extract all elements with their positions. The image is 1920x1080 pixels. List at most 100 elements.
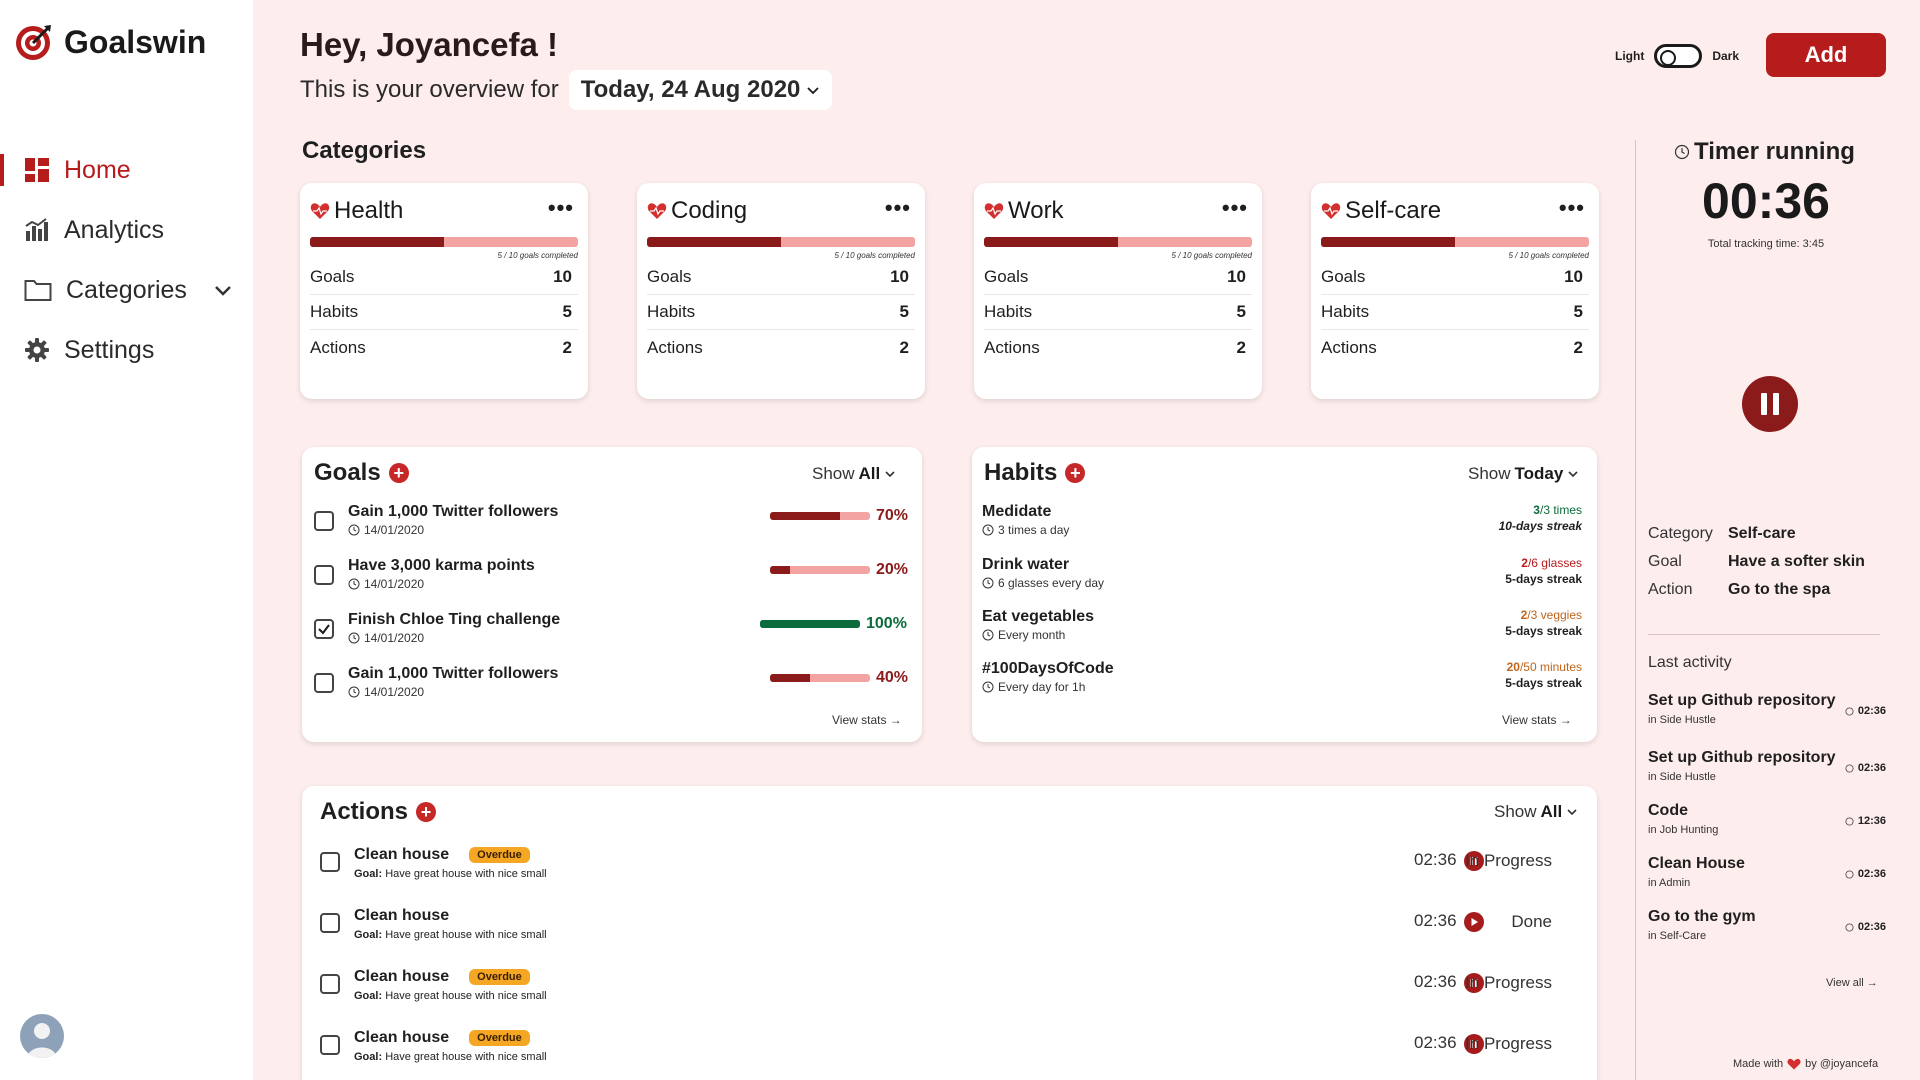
activity-item[interactable]: Go to the gym in Self-Care 02:36	[1648, 908, 1888, 952]
timer-detail-action: Action Go to the spa	[1648, 576, 1865, 604]
clock-icon	[348, 524, 360, 536]
action-checkbox[interactable]	[320, 913, 340, 933]
habit-row[interactable]: #100DaysOfCode Every day for 1h 20/50 mi…	[982, 660, 1582, 710]
category-name: Health	[334, 197, 404, 224]
action-checkbox[interactable]	[320, 1035, 340, 1055]
action-time: 02:36	[1414, 1033, 1457, 1052]
add-action-icon[interactable]: +	[416, 802, 437, 822]
goal-percent: 40%	[876, 669, 909, 686]
category-card-coding[interactable]: Coding ••• 5 / 10 goals completed Goals 1…	[637, 183, 925, 399]
app-logo[interactable]: Goalswin	[14, 22, 206, 62]
goal-date-text: 14/01/2020	[364, 685, 425, 699]
habit-count: 20/50 minutes	[1507, 660, 1582, 674]
habit-count: 3/3 times	[1533, 503, 1582, 517]
habit-count: 2/3 veggies	[1521, 608, 1582, 622]
goal-checkbox[interactable]	[314, 565, 334, 585]
habits-panel: Habits + Show Today Medidate 3 times a d…	[972, 447, 1597, 742]
goal-checkbox[interactable]	[314, 673, 334, 693]
avatar[interactable]	[20, 1014, 64, 1058]
action-checkbox[interactable]	[320, 852, 340, 872]
goal-checkbox-checked[interactable]	[314, 619, 334, 639]
goal-progress-fill	[770, 512, 840, 520]
habit-row[interactable]: Medidate 3 times a day 3/3 times 10-days…	[982, 503, 1582, 553]
action-checkbox[interactable]	[320, 974, 340, 994]
overdue-badge: Overdue	[469, 847, 530, 863]
add-button[interactable]: Add	[1766, 33, 1886, 77]
stat-value: 2	[899, 337, 909, 357]
category-stat-actions: Actions 2	[310, 330, 578, 365]
category-stat-habits: Habits 5	[647, 295, 915, 330]
add-habit-icon[interactable]: +	[1065, 463, 1086, 483]
sidebar-item-settings[interactable]: Settings	[0, 320, 253, 380]
clock-icon	[348, 632, 360, 644]
sidebar-item-label: Categories	[66, 275, 187, 304]
goals-title-text: Goals	[314, 459, 381, 486]
category-card-health[interactable]: Health ••• 5 / 10 goals completed Goals 1…	[300, 183, 588, 399]
category-progress-bar	[310, 237, 578, 247]
clock-icon	[1845, 763, 1854, 773]
sidebar-item-analytics[interactable]: Analytics	[0, 200, 253, 260]
add-goal-icon[interactable]: +	[388, 463, 409, 483]
categories-title: Categories	[302, 137, 427, 164]
goal-progress-fill	[770, 566, 790, 574]
category-card-self-care[interactable]: Self-care ••• 5 / 10 goals completed Goa…	[1311, 183, 1599, 399]
habit-count-total: /3 veggies	[1527, 608, 1582, 622]
activity-item[interactable]: Set up Github repository in Side Hustle …	[1648, 692, 1888, 736]
detail-label: Action	[1648, 581, 1693, 598]
theme-toggle[interactable]	[1654, 44, 1703, 68]
stat-value: 2	[1573, 337, 1583, 357]
timer-pause-button[interactable]	[1742, 376, 1798, 432]
goal-date-text: 14/01/2020	[364, 577, 425, 591]
habits-filter[interactable]: Show Today	[1468, 464, 1579, 484]
habit-row[interactable]: Drink water 6 glasses every day 2/6 glas…	[982, 556, 1582, 606]
overdue-badge: Overdue	[469, 1030, 530, 1046]
goals-view-stats-link[interactable]: View stats →	[832, 713, 902, 727]
category-stat-goals: Goals 10	[647, 260, 915, 295]
stat-label: Actions	[1321, 337, 1377, 357]
more-options-icon[interactable]: •••	[1222, 195, 1248, 221]
sidebar-item-home[interactable]: Home	[0, 140, 253, 200]
action-goal-text: Have great house with nice small	[385, 1051, 547, 1063]
more-options-icon[interactable]: •••	[885, 195, 911, 221]
clock-icon	[982, 524, 994, 536]
stat-label: Actions	[310, 337, 366, 357]
timer-total: Total tracking time: 3:45	[1707, 238, 1825, 250]
goal-progress-bar	[760, 620, 860, 628]
goal-date: 14/01/2020	[348, 631, 424, 645]
sidebar-item-categories[interactable]: Categories	[0, 260, 253, 320]
goal-date-text: 14/01/2020	[364, 631, 425, 645]
goal-checkbox[interactable]	[314, 511, 334, 531]
more-options-icon[interactable]: •••	[548, 195, 574, 221]
category-progress-fill	[984, 237, 1118, 247]
stat-label: Habits	[984, 302, 1033, 321]
date-value: Today, 24 Aug 2020	[580, 76, 801, 103]
activity-time-text: 02:36	[1857, 762, 1886, 774]
play-icon[interactable]	[1464, 912, 1484, 932]
goal-row: Gain 1,000 Twitter followers 14/01/2020 …	[314, 503, 914, 551]
habit-name: Medidate	[982, 503, 1052, 520]
stat-label: Actions	[984, 337, 1040, 357]
category-name: Coding	[671, 197, 748, 224]
habits-view-stats-link[interactable]: View stats →	[1502, 713, 1572, 727]
goals-filter[interactable]: Show All	[812, 464, 896, 484]
timer-title-text: Timer running	[1694, 138, 1855, 165]
goal-row: Finish Chloe Ting challenge 14/01/2020 1…	[314, 611, 914, 659]
activity-item[interactable]: Set up Github repository in Side Hustle …	[1648, 749, 1888, 793]
stat-label: Goals	[1321, 267, 1366, 286]
goal-date-text: 14/01/2020	[364, 523, 425, 537]
stat-label: Goals	[647, 267, 692, 286]
view-all-link[interactable]: View all →	[1826, 977, 1878, 989]
habit-row[interactable]: Eat vegetables Every month 2/3 veggies 5…	[982, 608, 1582, 658]
actions-filter[interactable]: Show All	[1494, 802, 1578, 822]
chevron-down-icon[interactable]	[213, 280, 233, 300]
stat-label: Actions	[647, 337, 703, 357]
category-card-work[interactable]: Work ••• 5 / 10 goals completed Goals 10 …	[974, 183, 1262, 399]
action-goal-text: Have great house with nice small	[385, 868, 547, 880]
activity-item[interactable]: Clean House in Admin 02:36	[1648, 855, 1888, 899]
goal-date: 14/01/2020	[348, 685, 424, 699]
more-options-icon[interactable]: •••	[1559, 195, 1585, 221]
date-selector[interactable]: Today, 24 Aug 2020	[568, 70, 833, 110]
bar-chart-icon	[25, 218, 48, 241]
theme-dark-label: Dark	[1712, 49, 1740, 63]
activity-item[interactable]: Code in Job Hunting 12:36	[1648, 802, 1888, 846]
